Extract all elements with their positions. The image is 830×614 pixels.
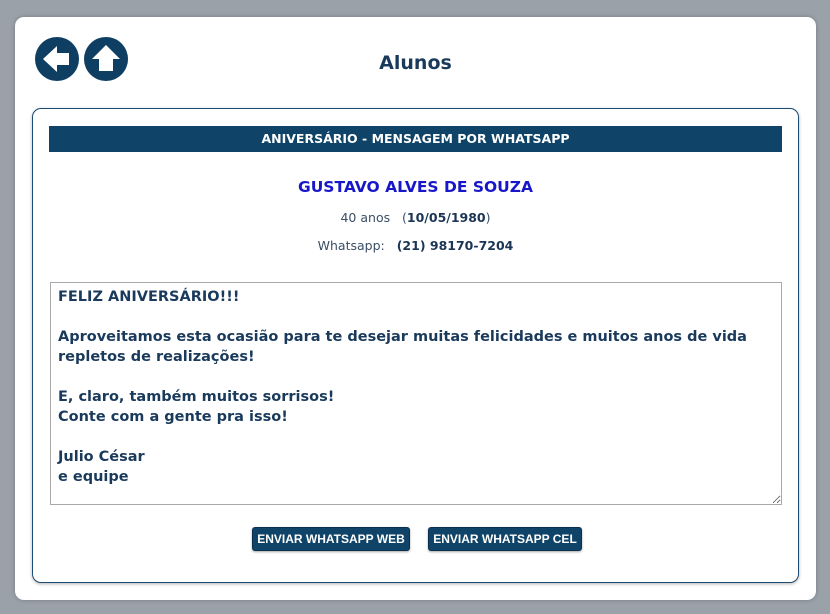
student-age: 40 anos <box>340 210 391 225</box>
whatsapp-number: (21) 98170-7204 <box>396 238 514 253</box>
birthday-message-card: ANIVERSÁRIO - MENSAGEM POR WHATSAPP GUST… <box>32 108 799 583</box>
page-title: Alunos <box>379 52 452 74</box>
student-name: GUSTAVO ALVES DE SOUZA <box>298 178 533 196</box>
whatsapp-line: Whatsapp: (21) 98170-7204 <box>33 238 798 253</box>
app-window: Alunos ANIVERSÁRIO - MENSAGEM POR WHATSA… <box>15 17 816 600</box>
age-line: 40 anos (10/05/1980) <box>340 210 491 225</box>
send-whatsapp-web-button[interactable]: ENVIAR WHATSAPP WEB <box>252 527 410 551</box>
whatsapp-label: Whatsapp: <box>317 238 385 253</box>
student-birthdate: 10/05/1980 <box>406 210 486 225</box>
card-header: ANIVERSÁRIO - MENSAGEM POR WHATSAPP <box>49 126 782 152</box>
message-textarea[interactable]: FELIZ ANIVERSÁRIO!!! Aproveitamos esta o… <box>50 282 782 505</box>
send-whatsapp-cel-button[interactable]: ENVIAR WHATSAPP CEL <box>428 527 582 551</box>
